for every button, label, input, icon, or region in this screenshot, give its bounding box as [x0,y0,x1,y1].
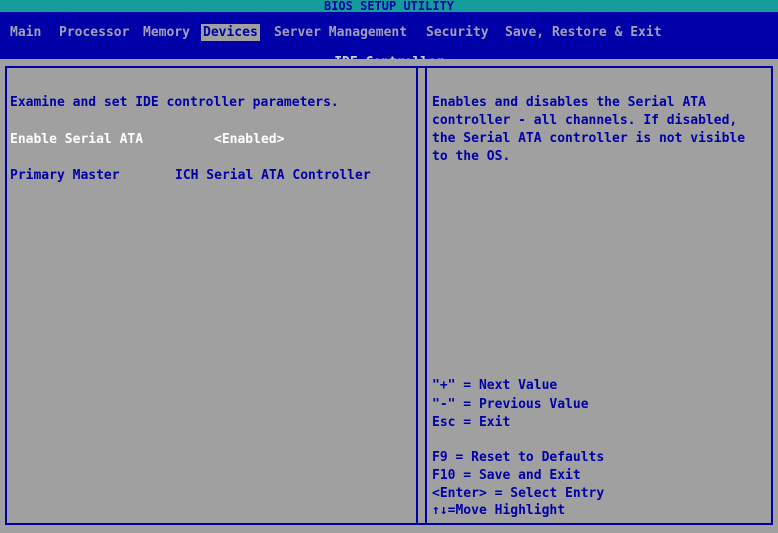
setting-label-primary-master[interactable]: Primary Master [10,167,120,185]
frame-top-line [5,66,773,68]
key-hint-select-entry: <Enter> = Select Entry [432,486,605,501]
title-bar: BIOS SETUP UTILITY [0,0,778,13]
help-description: Enables and disables the Serial ATA cont… [432,95,746,164]
menu-item-processor[interactable]: Processor [57,24,131,41]
content-area: Examine and set IDE controller parameter… [0,59,778,533]
setting-value-enable-serial-ata[interactable]: <Enabled> [214,131,284,149]
menu-item-devices[interactable]: Devices [201,24,260,41]
menu-item-save-restore-exit[interactable]: Save, Restore & Exit [503,24,664,41]
frame-left-line [5,66,7,525]
key-hint-move-highlight: ↑↓=Move Highlight [432,503,566,518]
divider-line-right [425,66,427,525]
menu-item-server-management[interactable]: Server Management [272,24,409,41]
panel-description: Examine and set IDE controller parameter… [10,95,339,110]
key-hint-exit: Esc = Exit [432,415,511,430]
menu-item-security[interactable]: Security [424,24,491,41]
menu-bar: Main Processor Memory Devices Server Man… [0,12,778,70]
key-hint-next-value: "+" = Next Value [432,378,558,393]
divider-line-left [416,66,418,525]
key-hint-reset-defaults: F9 = Reset to Defaults [432,450,605,465]
setting-label-enable-serial-ata[interactable]: Enable Serial ATA [10,131,143,149]
key-hint-previous-value: "-" = Previous Value [432,397,589,412]
menu-item-memory[interactable]: Memory [141,24,192,41]
key-hint-save-exit: F10 = Save and Exit [432,468,581,483]
menu-item-main[interactable]: Main [8,24,43,41]
frame-bottom-line [5,523,773,525]
setting-value-primary-master: ICH Serial ATA Controller [175,168,371,183]
frame-right-line [771,66,773,525]
